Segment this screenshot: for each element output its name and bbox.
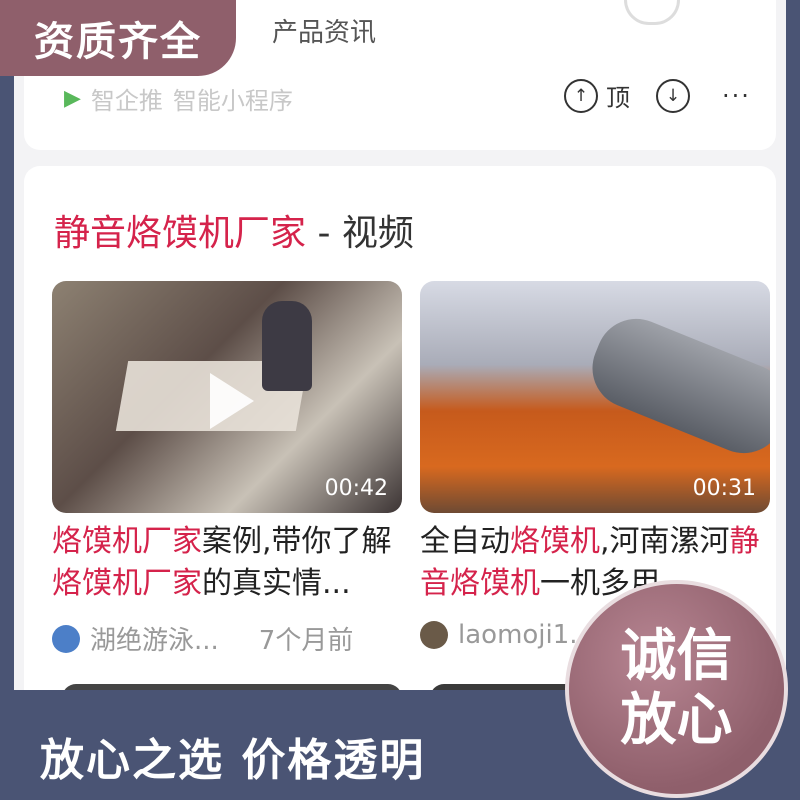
section-title[interactable]: 静音烙馍机厂家 - 视频 <box>54 204 414 256</box>
promo-badge-top: 资质齐全 <box>0 0 236 76</box>
video-title-text: 案例,带你了解 <box>202 524 392 559</box>
upvote-label: 顶 <box>606 84 630 112</box>
video-title-1[interactable]: 烙馍机厂家案例,带你了解烙馍机厂家的真实情... <box>52 521 402 605</box>
video-title-highlight: 烙馍机 <box>510 524 600 559</box>
video-title-highlight: 烙馍机厂家 <box>52 524 202 559</box>
arrow-down-icon: ↓ <box>656 78 690 113</box>
avatar[interactable] <box>52 624 80 653</box>
video-meta-1: 湖绝游泳... 7个月前 <box>52 620 353 657</box>
play-icon <box>210 373 254 429</box>
thumbnail-scene <box>262 301 312 391</box>
section-title-suffix: - 视频 <box>306 213 414 254</box>
seal-line-2: 放心 <box>620 688 733 753</box>
mini-program-label: 智能小程序 <box>172 86 293 115</box>
result-actions: ↑ 顶 ↓ ··· <box>564 78 751 113</box>
upvote-button[interactable]: ↑ 顶 <box>564 78 630 113</box>
thumbnail-circle-icon <box>624 0 680 25</box>
video-duration: 00:31 <box>692 476 756 501</box>
video-title-text: 全自动 <box>420 524 510 559</box>
arrow-up-icon: ↑ <box>564 78 598 113</box>
mini-program-row[interactable]: ▶ 智企推 智能小程序 <box>64 80 293 116</box>
avatar[interactable] <box>420 621 448 649</box>
result-snippet-text: 产品资讯 <box>272 18 377 48</box>
downvote-button[interactable]: ↓ <box>656 78 690 113</box>
more-options-icon[interactable]: ··· <box>722 82 751 110</box>
video-title-highlight: 烙馍机厂家 <box>52 566 202 601</box>
play-icon: ▶ <box>64 85 81 111</box>
video-duration: 00:42 <box>324 476 388 501</box>
video-time: 7个月前 <box>258 626 354 656</box>
video-title-text: 的真实情... <box>202 566 351 601</box>
section-title-keyword: 静音烙馍机厂家 <box>54 213 307 254</box>
thumbnail-scene <box>580 306 770 466</box>
video-thumbnail-2[interactable]: 00:31 <box>420 281 770 513</box>
mini-program-source: 智企推 <box>90 86 163 115</box>
promo-seal-badge: 诚信 放心 <box>565 580 788 798</box>
seal-line-1: 诚信 <box>620 624 733 689</box>
video-thumbnail-1[interactable]: 00:42 <box>52 281 402 513</box>
video-author[interactable]: 湖绝游泳... <box>90 620 219 657</box>
video-meta-2: laomoji1... <box>420 620 594 650</box>
video-title-text: ,河南漯河 <box>600 524 730 559</box>
promo-bottom-text: 放心之选 价格透明 <box>40 735 426 786</box>
